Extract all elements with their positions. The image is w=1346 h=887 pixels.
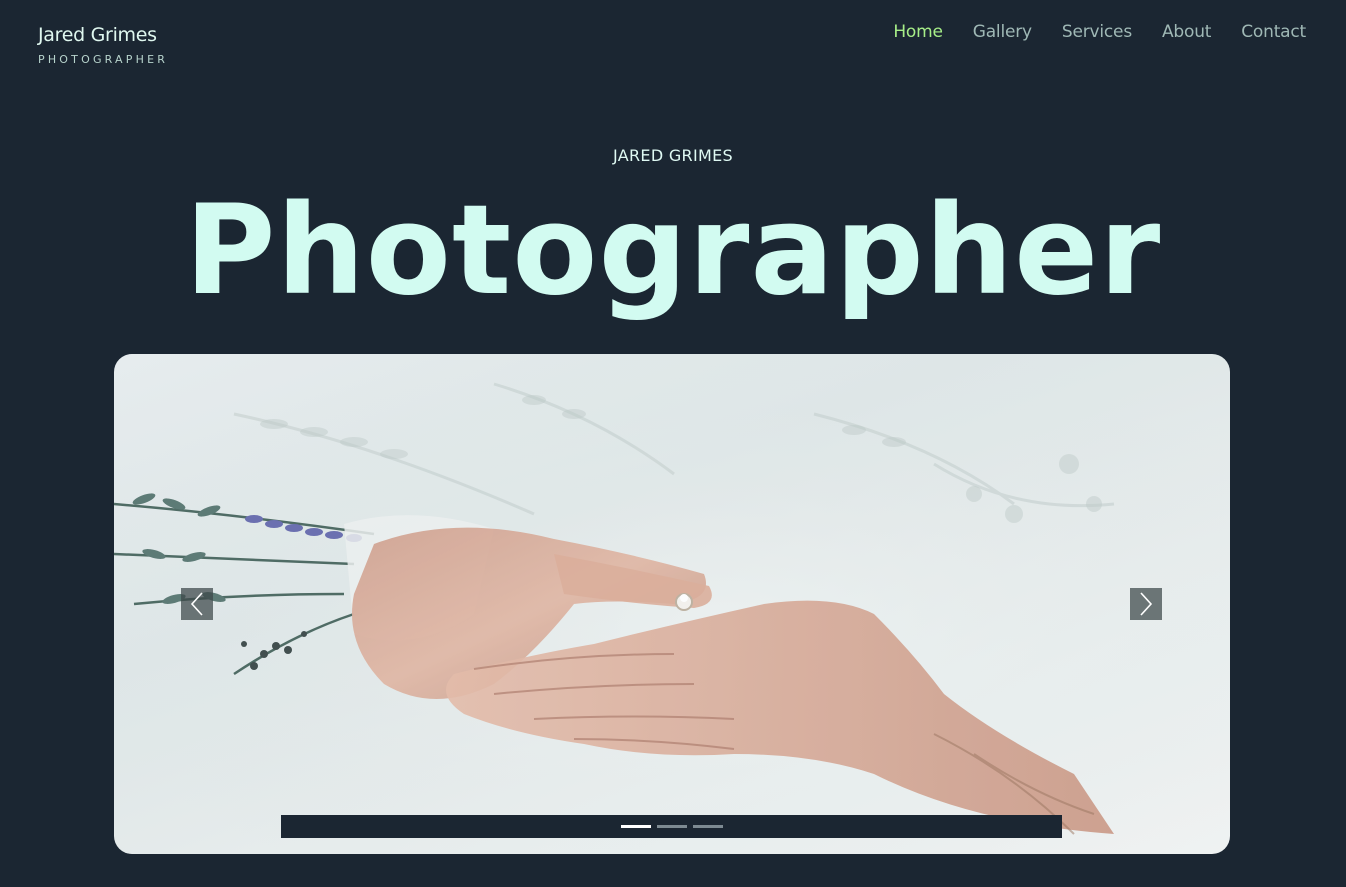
hero-kicker: JARED GRIMES [613,146,733,165]
image-slider [114,354,1230,854]
chevron-left-icon [190,592,203,616]
chevron-right-icon [1140,592,1153,616]
brand-logo[interactable]: Jared Grimes PHOTOGRAPHER [38,24,168,66]
nav-item-services[interactable]: Services [1062,22,1132,42]
nav-item-gallery[interactable]: Gallery [973,22,1032,42]
slider-pagination [281,815,1062,838]
slider-prev-button[interactable] [181,588,213,620]
nav-item-about[interactable]: About [1162,22,1211,42]
site-header: Jared Grimes PHOTOGRAPHER Home Gallery S… [0,0,1346,80]
brand-name: Jared Grimes [38,24,157,46]
slider-dot-1[interactable] [620,825,651,828]
nav-item-contact[interactable]: Contact [1241,22,1306,42]
slider-next-button[interactable] [1130,588,1162,620]
slide-image-hands-ring [114,354,1230,854]
hero-headline: Photographer [184,179,1162,323]
slider-dot-3[interactable] [692,825,723,828]
slider-dot-2[interactable] [656,825,687,828]
main-nav: Home Gallery Services About Contact [893,22,1306,42]
nav-item-home[interactable]: Home [893,22,943,42]
brand-subtitle: PHOTOGRAPHER [38,53,169,66]
